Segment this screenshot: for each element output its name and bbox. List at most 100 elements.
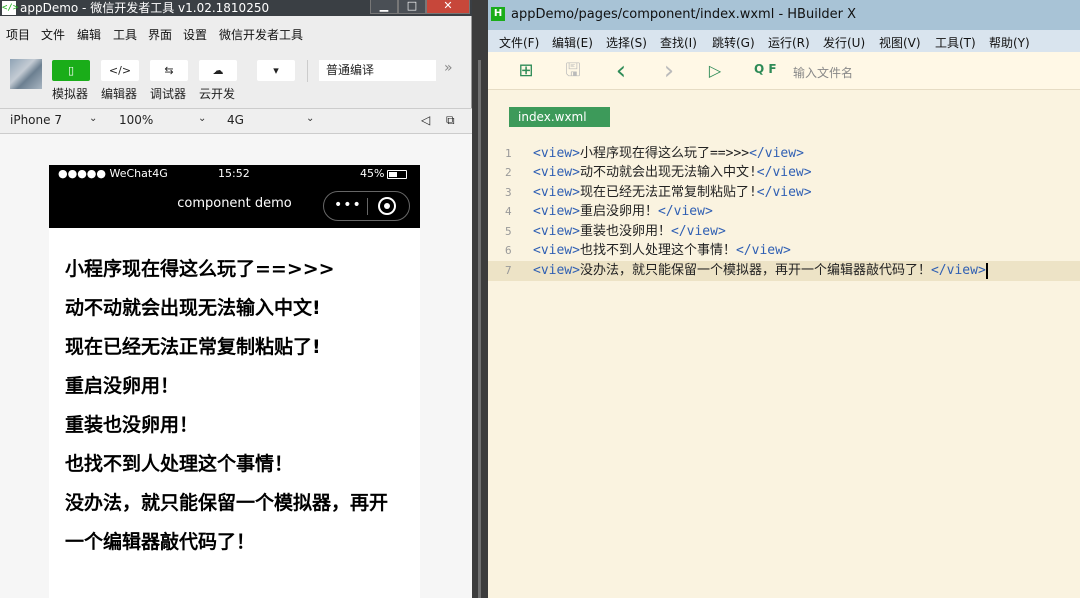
menu-find[interactable]: 查找(I) [660, 34, 697, 51]
network-select[interactable]: 4G [227, 113, 244, 127]
file-search-input[interactable]: 输入文件名 [793, 64, 853, 81]
minimize-button[interactable]: ▁ [370, 0, 398, 14]
capsule-divider [367, 198, 368, 215]
new-file-icon[interactable]: ⊞ [515, 60, 537, 82]
phone-status-bar: ●●●●● WeChat4G 15:52 45% [49, 165, 420, 183]
maximize-button[interactable]: □ [398, 0, 426, 14]
menu-select[interactable]: 选择(S) [606, 34, 647, 51]
menu-help[interactable]: 帮助(Y) [989, 34, 1030, 51]
forward-icon[interactable]: › [658, 58, 680, 84]
menu-file[interactable]: 文件(F) [499, 34, 539, 51]
scrollbar[interactable] [478, 60, 481, 598]
view-text: 动不动就会出现无法输入中文! [65, 297, 321, 319]
cloud-dev-button[interactable]: ☁ [199, 60, 237, 81]
hbuilder-window-title: appDemo/pages/component/index.wxml - HBu… [511, 7, 857, 22]
code-text: <view>动不动就会出现无法输入中文!</view> [533, 165, 812, 180]
popout-icon[interactable]: ⧉ [446, 113, 455, 128]
code-text: <view>现在已经无法正常复制粘贴了!</view> [533, 185, 812, 200]
debugger-label: 调试器 [150, 87, 187, 101]
wechat-window-title: appDemo - 微信开发者工具 v1.02.1810250 [20, 1, 270, 15]
view-text: 小程序现在得这么玩了==>>> [65, 258, 335, 280]
view-text: 一个编辑器敲代码了！ [65, 531, 256, 553]
menu-goto[interactable]: 跳转(G) [712, 34, 755, 51]
menu-view[interactable]: 视图(V) [879, 34, 921, 51]
close-button[interactable]: ✕ [426, 0, 470, 14]
wechat-devtools-window: </> appDemo - 微信开发者工具 v1.02.1810250 ▁ □ … [0, 0, 472, 598]
wechat-app-icon: </> [2, 1, 19, 15]
expand-more-icon[interactable]: » [444, 60, 453, 76]
code-text: <view>小程序现在得这么玩了==>>></view> [533, 146, 804, 161]
hbuilder-window: H appDemo/pages/component/index.wxml - H… [488, 0, 1080, 598]
simulator-label: 模拟器 [52, 87, 89, 101]
tab-index-wxml[interactable]: index.wxml [509, 107, 610, 127]
debugger-toggle-button[interactable]: ⇆ [150, 60, 188, 81]
code-text: <view>没办法，就只能保留一个模拟器，再开一个编辑器敲代码了！</view> [533, 262, 988, 279]
hbuilder-menu-bar: 文件(F) 编辑(E) 选择(S) 查找(I) 跳转(G) 运行(R) 发行(U… [488, 30, 1080, 52]
menu-file[interactable]: 文件 [41, 26, 65, 43]
mute-icon[interactable]: ◁ [421, 113, 430, 127]
code-icon: </> [108, 64, 132, 77]
wechat-menu-bar: 项目 文件 编辑 工具 界面 设置 微信开发者工具 [0, 24, 472, 44]
cloud-dev-label: 云开发 [199, 87, 236, 101]
line-number: 3 [505, 186, 512, 199]
menu-settings[interactable]: 设置 [183, 26, 207, 43]
view-text: 重装也没卵用！ [65, 414, 199, 436]
code-text: <view>重启没卵用！</view> [533, 204, 713, 219]
chevron-down-icon[interactable]: ⌄ [198, 113, 206, 124]
find-file-icon[interactable]: Q F [754, 62, 777, 76]
more-dots-icon[interactable]: ••• [334, 197, 362, 213]
phone-icon: ▯ [67, 64, 75, 77]
simulator-toggle-button[interactable]: ▯ [52, 60, 90, 81]
hbuilder-toolbar: ⊞ 🖫 ‹ › ▷ Q F 输入文件名 [488, 52, 1080, 90]
close-target-icon[interactable] [378, 197, 396, 215]
chevron-down-icon[interactable]: ⌄ [306, 113, 314, 124]
code-line[interactable]: 1 <view>小程序现在得这么玩了==>>></view> [488, 144, 1080, 164]
device-select[interactable]: iPhone 7 [10, 113, 62, 127]
line-number: 6 [505, 244, 512, 257]
wechat-title-bar: </> appDemo - 微信开发者工具 v1.02.1810250 ▁ □ … [0, 0, 472, 16]
menu-edit[interactable]: 编辑(E) [552, 34, 593, 51]
run-icon[interactable]: ▷ [704, 60, 726, 82]
chevron-down-icon: ▾ [273, 64, 279, 77]
code-line[interactable]: 6 <view>也找不到人处理这个事情！</view> [488, 241, 1080, 261]
menu-interface[interactable]: 界面 [148, 26, 172, 43]
menu-edit[interactable]: 编辑 [77, 26, 101, 43]
editor-toggle-button[interactable]: </> [101, 60, 139, 81]
code-line[interactable]: 4 <view>重启没卵用！</view> [488, 202, 1080, 222]
code-line[interactable]: 3 <view>现在已经无法正常复制粘贴了!</view> [488, 183, 1080, 203]
compile-mode-select[interactable]: 普通编译 [319, 60, 436, 81]
clock: 15:52 [218, 167, 250, 180]
save-icon[interactable]: 🖫 [562, 60, 584, 82]
menu-tools[interactable]: 工具(T) [935, 34, 976, 51]
back-icon[interactable]: ‹ [610, 58, 632, 84]
avatar[interactable] [10, 59, 42, 89]
phone-simulator[interactable]: ●●●●● WeChat4G 15:52 45% component demo … [49, 165, 420, 598]
hbuilder-app-icon: H [491, 7, 505, 21]
zoom-select[interactable]: 100% [119, 113, 153, 127]
capsule-menu[interactable]: ••• [323, 191, 410, 221]
code-line[interactable]: 5 <view>重装也没卵用！</view> [488, 222, 1080, 242]
menu-run[interactable]: 运行(R) [768, 34, 810, 51]
code-text: <view>也找不到人处理这个事情！</view> [533, 243, 791, 258]
carrier-label: ●●●●● WeChat4G [58, 167, 168, 180]
line-number: 2 [505, 166, 512, 179]
code-line-current[interactable]: 7 <view>没办法，就只能保留一个模拟器，再开一个编辑器敲代码了！</view… [488, 261, 1080, 281]
battery-percent: 45% [360, 167, 385, 180]
debug-icon: ⇆ [164, 64, 174, 77]
cloud-icon: ☁ [212, 64, 224, 77]
toolbar-divider [307, 60, 308, 82]
menu-publish[interactable]: 发行(U) [823, 34, 865, 51]
hbuilder-title-bar: H appDemo/pages/component/index.wxml - H… [488, 0, 1080, 30]
code-line[interactable]: 2 <view>动不动就会出现无法输入中文!</view> [488, 163, 1080, 183]
menu-tools[interactable]: 工具 [113, 26, 137, 43]
menu-devtools[interactable]: 微信开发者工具 [219, 26, 303, 43]
menu-project[interactable]: 项目 [6, 26, 30, 43]
desktop: </> appDemo - 微信开发者工具 v1.02.1810250 ▁ □ … [0, 0, 1080, 598]
battery-icon [387, 170, 407, 179]
window-gap [472, 0, 488, 598]
view-text: 重启没卵用！ [65, 375, 180, 397]
more-dropdown-button[interactable]: ▾ [257, 60, 295, 81]
phone-nav-bar: component demo ••• [49, 183, 420, 228]
view-text: 也找不到人处理这个事情！ [65, 453, 294, 475]
chevron-down-icon[interactable]: ⌄ [89, 113, 97, 124]
